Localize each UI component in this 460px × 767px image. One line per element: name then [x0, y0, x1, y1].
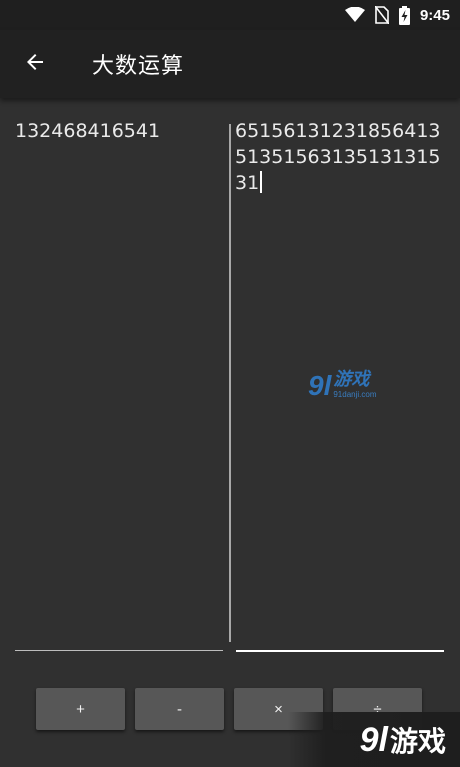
status-bar: 9:45	[0, 0, 460, 30]
vertical-divider	[229, 124, 231, 642]
no-sim-icon	[374, 6, 389, 24]
watermark-logo: 9l 游戏 91danji.com	[308, 369, 377, 401]
left-input-underline	[15, 650, 223, 651]
right-operand-text: 651561312318564135135156313513131531	[235, 120, 441, 194]
right-input-underline	[236, 650, 444, 652]
left-operand-text: 132468416541	[15, 120, 161, 142]
add-button[interactable]: +	[36, 688, 125, 730]
corner-watermark-text: 游戏	[389, 724, 446, 758]
corner-watermark-number: 9l	[359, 720, 388, 759]
battery-charging-icon	[398, 5, 410, 25]
watermark-number: 9l	[308, 370, 332, 401]
watermark-domain: 91danji.com	[333, 390, 377, 399]
status-icons: 9:45	[344, 4, 450, 26]
wifi-icon	[344, 7, 365, 23]
clock-text: 9:45	[419, 6, 450, 24]
page-title: 大数运算	[92, 54, 185, 79]
watermark-text: 游戏	[333, 369, 370, 390]
text-cursor	[260, 171, 263, 193]
corner-watermark: 9l 游戏	[288, 712, 460, 767]
app-bar: 大数运算	[0, 30, 460, 98]
right-operand-input[interactable]: 651561312318564135135156313513131531	[235, 118, 443, 196]
back-button[interactable]	[14, 44, 56, 84]
arrow-left-icon	[23, 50, 47, 79]
left-operand-input[interactable]: 132468416541	[15, 118, 223, 144]
subtract-button[interactable]: -	[135, 688, 224, 730]
